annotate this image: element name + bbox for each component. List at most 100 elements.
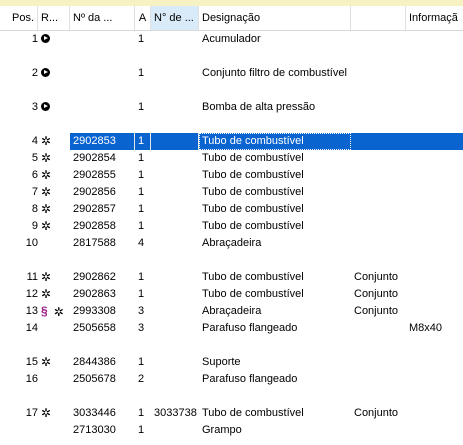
gear-icon[interactable]: ✲ <box>41 271 51 283</box>
header-quantity[interactable]: A <box>135 6 151 30</box>
table-row[interactable] <box>0 82 463 99</box>
row-designation: Bomba de alta pressão <box>202 101 316 113</box>
gear-icon[interactable]: ✲ <box>41 407 51 419</box>
row-alt-number <box>151 337 199 354</box>
table-row[interactable]: 9 ✲ 2902858 1 Tubo de combustível <box>0 218 463 235</box>
gear-icon[interactable]: ✲ <box>41 203 51 215</box>
header-info[interactable]: Informaçã <box>406 6 463 30</box>
gear-icon[interactable]: ✲ <box>41 152 51 164</box>
table-row[interactable] <box>0 252 463 269</box>
gear-icon[interactable]: ✲ <box>41 220 51 232</box>
row-info <box>406 184 463 201</box>
row-info <box>406 371 463 388</box>
row-position: 5 <box>31 152 38 164</box>
row-assembly: Conjunto <box>354 305 399 317</box>
row-info <box>406 303 463 320</box>
row-quantity <box>135 252 151 269</box>
row-position: 2 <box>31 67 38 79</box>
table-row[interactable]: 11 ✲ 2902862 1 Tubo de combustível Conjunto <box>0 269 463 286</box>
table-row[interactable]: 5 ✲ 2902854 1 Tubo de combustível <box>0 150 463 167</box>
row-assembly: Conjunto <box>354 271 399 283</box>
header-alt-number[interactable]: N° de ... <box>151 6 199 30</box>
row-icon-cell: ✲ <box>38 405 52 422</box>
row-alt-number <box>151 31 199 48</box>
row-alt-number <box>151 48 199 65</box>
row-icon-cell <box>38 116 52 133</box>
table-row[interactable]: 2713030 1 Grampo <box>0 422 463 439</box>
row-position <box>0 82 40 99</box>
row-alt-number <box>151 286 199 303</box>
row-quantity <box>135 388 151 405</box>
row-info <box>406 405 463 422</box>
table-row[interactable]: 15 ✲ 2844386 1 Suporte <box>0 354 463 371</box>
row-quantity: 1 <box>138 407 145 419</box>
row-assembly <box>351 82 406 99</box>
table-row[interactable] <box>0 116 463 133</box>
table-row[interactable]: 8 ✲ 2902857 1 Tubo de combustível <box>0 201 463 218</box>
row-icon-cell <box>38 99 52 116</box>
table-row[interactable]: 7 ✲ 2902856 1 Tubo de combustível <box>0 184 463 201</box>
section-icon[interactable]: § <box>41 304 48 318</box>
gear-icon[interactable]: ✲ <box>54 306 64 318</box>
row-designation: Tubo de combustível <box>202 220 304 232</box>
row-position: 15 <box>25 356 38 368</box>
row-part-number: 2713030 <box>73 424 116 436</box>
row-part-number: 3033446 <box>73 407 116 419</box>
row-alt-number <box>151 150 199 167</box>
row-designation: Tubo de combustível <box>199 133 351 150</box>
circle-arrow-icon[interactable] <box>41 68 50 77</box>
table-row[interactable]: 16 2505678 2 Parafuso flangeado <box>0 371 463 388</box>
header-part-number[interactable]: Nº da ... <box>70 6 135 30</box>
header-pos[interactable]: Pos. <box>0 6 38 30</box>
table-row[interactable]: 1 1 Acumulador <box>0 31 463 48</box>
row-icon-cell: § ✲ <box>38 303 70 320</box>
row-assembly: Conjunto <box>354 288 399 300</box>
header-ref[interactable]: R... <box>38 6 70 30</box>
row-info <box>406 116 463 133</box>
row-quantity: 1 <box>138 203 145 215</box>
table-row[interactable]: 3 1 Bomba de alta pressão <box>0 99 463 116</box>
table-row[interactable]: 14 2505658 3 Parafuso flangeado M8x40 <box>0 320 463 337</box>
gear-icon[interactable]: ✲ <box>41 288 51 300</box>
row-icon-cell: ✲ <box>38 269 52 286</box>
row-position: 10 <box>25 237 38 249</box>
row-icon-cell <box>38 31 52 48</box>
row-icon-cell: ✲ <box>38 286 52 303</box>
circle-arrow-icon[interactable] <box>41 34 50 43</box>
row-icon-cell: ✲ <box>38 133 52 150</box>
row-designation: Tubo de combustível <box>202 271 304 283</box>
table-row[interactable]: 12 ✲ 2902863 1 Tubo de combustível Conjunto <box>0 286 463 303</box>
row-icon-cell: ✲ <box>38 354 52 371</box>
row-designation: Acumulador <box>202 33 261 45</box>
row-part-number: 2844386 <box>73 356 116 368</box>
table-row[interactable]: 2 1 Conjunto filtro de combustível <box>0 65 463 82</box>
row-designation: Tubo de combustível <box>202 203 304 215</box>
table-row[interactable] <box>0 337 463 354</box>
row-alt-number <box>151 218 199 235</box>
header-assembly[interactable] <box>351 6 406 30</box>
gear-icon[interactable]: ✲ <box>41 135 51 147</box>
row-designation <box>199 116 351 133</box>
row-icon-cell: ✲ <box>38 167 52 184</box>
header-designation[interactable]: Designação <box>199 6 351 30</box>
table-row[interactable] <box>0 388 463 405</box>
table-row[interactable] <box>0 48 463 65</box>
circle-arrow-icon[interactable] <box>41 102 50 111</box>
table-row[interactable]: 4 ✲ 2902853 1 Tubo de combustível <box>0 133 463 150</box>
gear-icon[interactable]: ✲ <box>41 186 51 198</box>
row-info <box>406 65 463 82</box>
row-part-number: 2902857 <box>73 203 116 215</box>
row-assembly <box>351 354 406 371</box>
table-row[interactable]: 6 ✲ 2902855 1 Tubo de combustível <box>0 167 463 184</box>
row-info <box>406 235 463 252</box>
gear-icon[interactable]: ✲ <box>41 356 51 368</box>
table-row[interactable]: 13 § ✲ 2993308 3 Abraçadeira Conjunto <box>0 303 463 320</box>
row-info <box>406 252 463 269</box>
gear-icon[interactable]: ✲ <box>41 169 51 181</box>
table-row[interactable]: 17 ✲ 3033446 1 3033738 Tubo de combustível Con… <box>0 405 463 422</box>
row-quantity: 2 <box>138 373 145 385</box>
row-position <box>0 252 40 269</box>
table-row[interactable]: 10 2817588 4 Abraçadeira <box>0 235 463 252</box>
row-assembly <box>351 252 406 269</box>
row-icon-cell <box>38 320 52 337</box>
